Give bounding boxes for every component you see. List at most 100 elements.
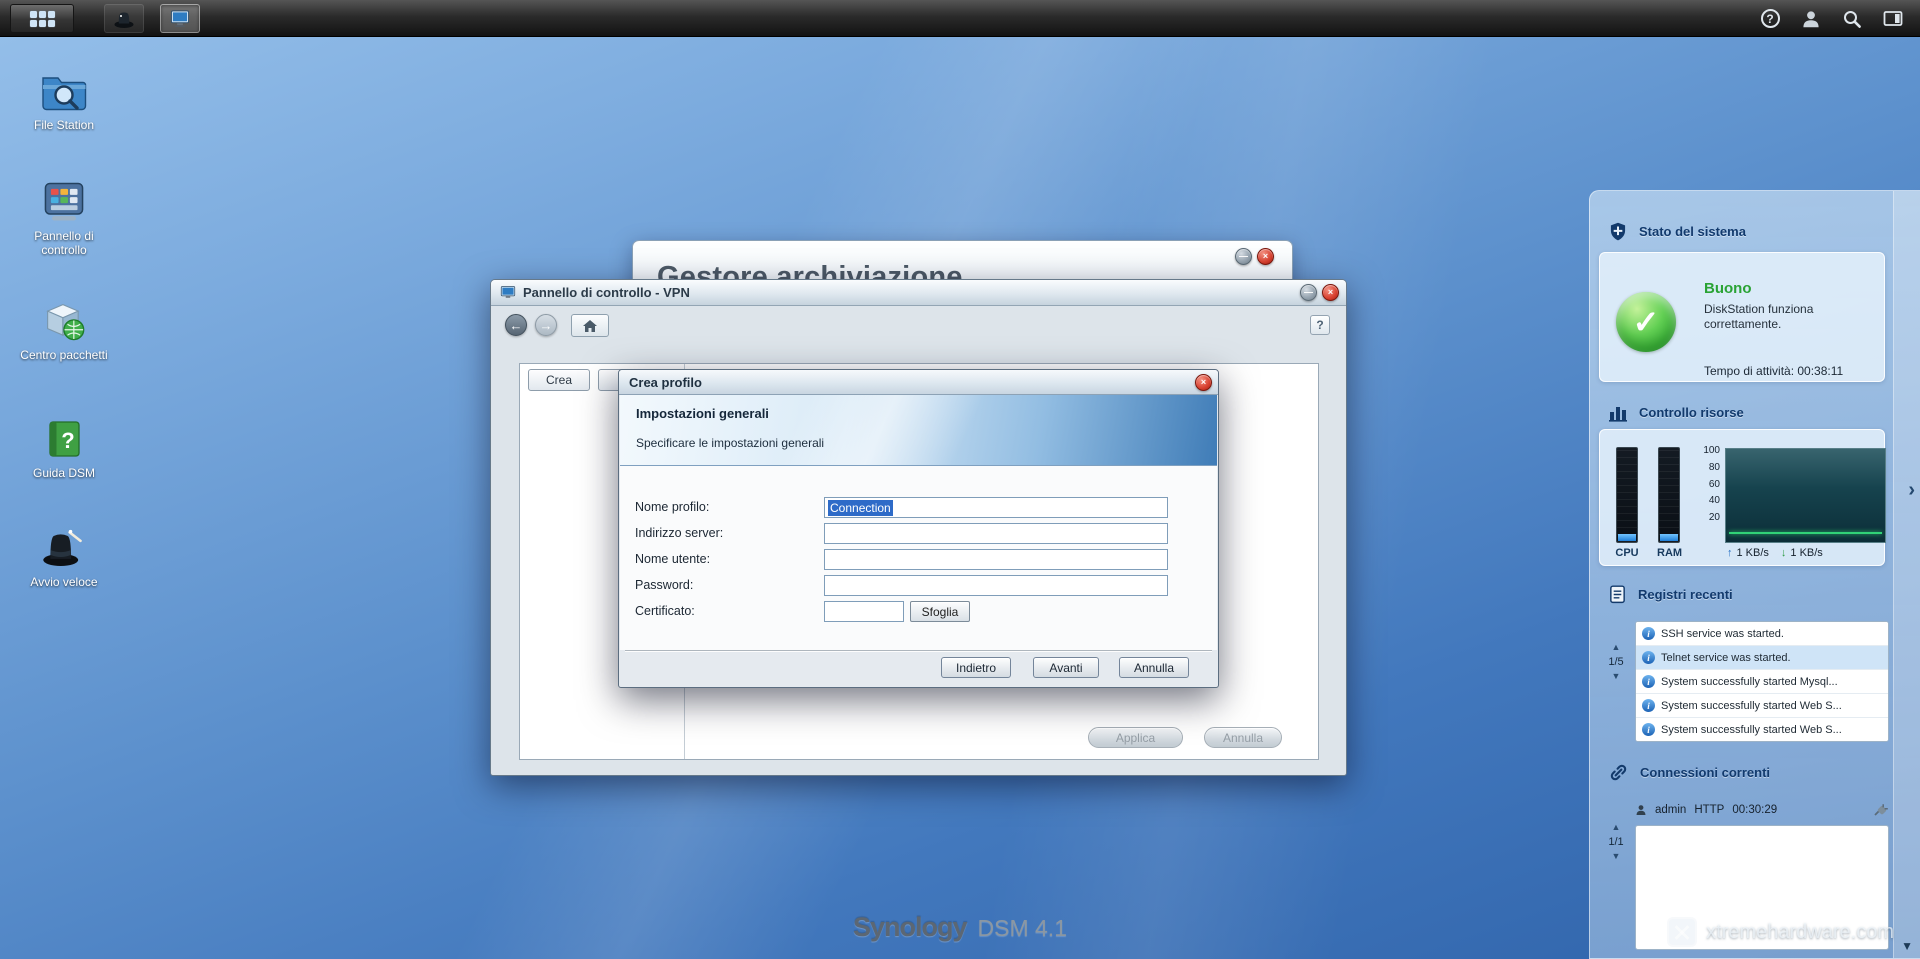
page-down-arrow[interactable]: ▼	[1612, 852, 1621, 861]
page-indicator: 1/5	[1608, 656, 1624, 668]
resource-next-arrow[interactable]: ›	[1908, 479, 1915, 502]
widget-title: Stato del sistema	[1639, 223, 1746, 239]
widgets-rail: › ▼	[1893, 191, 1920, 958]
page-up-arrow[interactable]: ▲	[1612, 643, 1621, 652]
search-button[interactable]	[1839, 6, 1865, 32]
desktop-icon-package-center[interactable]: Centro pacchetti	[14, 298, 114, 363]
resource-monitor-card: CPU RAM 100 80 60 40 20 ↑ 1 KB/s ↓ 1 KB/…	[1599, 429, 1886, 566]
certificate-label: Certificato:	[635, 604, 695, 618]
dsm-help-icon: ?	[38, 416, 90, 462]
log-row[interactable]: i SSH service was started.	[1636, 622, 1888, 646]
info-icon: i	[1642, 723, 1655, 736]
cpu-gauge-fill	[1618, 534, 1636, 541]
minimize-button[interactable]: —	[1235, 248, 1252, 265]
current-connections-header: Connessioni correnti	[1608, 762, 1770, 782]
ram-gauge-fill	[1660, 534, 1678, 541]
apps-grid-icon	[29, 10, 55, 27]
page-up-arrow[interactable]: ▲	[1612, 823, 1621, 832]
close-button[interactable]: ×	[1195, 374, 1212, 391]
info-icon: i	[1642, 651, 1655, 664]
download-arrow-icon: ↓	[1780, 547, 1787, 559]
dialog-title: Crea profilo	[629, 374, 702, 390]
scale-tick: 60	[1708, 479, 1720, 490]
bar-chart-icon	[1609, 407, 1627, 422]
connection-row[interactable]: admin HTTP 00:30:29	[1635, 799, 1889, 821]
minimize-button[interactable]: —	[1300, 284, 1317, 301]
password-input[interactable]	[824, 575, 1168, 596]
context-help-button[interactable]: ?	[1310, 315, 1330, 335]
pilot-view-icon	[1883, 10, 1903, 26]
widget-title: Registri recenti	[1638, 586, 1733, 602]
upload-arrow-icon: ↑	[1727, 547, 1733, 559]
home-button[interactable]	[571, 314, 609, 337]
widget-title: Connessioni correnti	[1640, 764, 1771, 780]
profile-name-input[interactable]: Connection	[824, 497, 1168, 518]
certificate-input[interactable]	[824, 601, 904, 622]
desktop-icon-control-panel[interactable]: Pannello di controllo	[14, 179, 114, 258]
monitor-icon	[170, 10, 190, 27]
create-button[interactable]: Crea	[528, 369, 590, 391]
help-circle-icon: ?	[1760, 9, 1780, 28]
connections-pager: ▲ 1/1 ▼	[1602, 823, 1630, 861]
apply-button[interactable]: Applica	[1088, 727, 1183, 748]
log-text: System successfully started Web S...	[1661, 723, 1842, 736]
main-menu-button[interactable]	[10, 4, 74, 33]
close-button[interactable]: ×	[1257, 248, 1274, 265]
cancel-button[interactable]: Annulla	[1119, 657, 1189, 678]
help-button[interactable]: ?	[1757, 6, 1783, 32]
forward-button[interactable]: →	[535, 314, 557, 336]
username-label: Nome utente:	[635, 552, 711, 566]
pane-scroll-down[interactable]: ▼	[1901, 939, 1913, 953]
back-button[interactable]: ←	[505, 314, 527, 336]
info-icon: i	[1642, 699, 1655, 712]
page-down-arrow[interactable]: ▼	[1612, 672, 1621, 681]
system-status-card: ✓ Buono DiskStation funziona correttamen…	[1599, 252, 1885, 382]
browse-button[interactable]: Sfoglia	[910, 601, 970, 622]
password-label: Password:	[635, 578, 694, 592]
cpu-gauge	[1616, 447, 1638, 543]
info-icon: i	[1642, 675, 1655, 688]
desktop-icon-label: Guida DSM	[32, 466, 96, 480]
log-row[interactable]: i System successfully started Mysql...	[1636, 670, 1888, 694]
uptime-label: Tempo di attività: 00:38:11	[1704, 364, 1844, 378]
desktop-icon-dsm-help[interactable]: ? Guida DSM	[14, 416, 114, 481]
dialog-separator	[625, 650, 1212, 651]
control-panel-icon	[38, 179, 90, 225]
user-mini-icon	[1636, 805, 1646, 815]
log-row[interactable]: i System successfully started Web S...	[1636, 718, 1888, 741]
log-row-selected[interactable]: i Telnet service was started.	[1636, 646, 1888, 670]
desktop-icon-quick-start[interactable]: Avvio veloce	[14, 525, 114, 590]
section-subtitle: Specificare le impostazioni generali	[636, 436, 825, 450]
log-row[interactable]: i System successfully started Web S...	[1636, 694, 1888, 718]
taskbar-item-control-panel[interactable]	[160, 4, 200, 33]
home-icon	[583, 319, 597, 332]
connection-user: admin	[1655, 804, 1687, 816]
taskbar-item-quick-launch[interactable]	[104, 4, 144, 33]
pilot-view-button[interactable]	[1880, 6, 1906, 32]
magnifier-icon	[1844, 10, 1861, 28]
next-button[interactable]: Avanti	[1033, 657, 1099, 678]
cancel-button[interactable]: Annulla	[1204, 727, 1282, 748]
brand-logo-text: Synology	[853, 912, 968, 942]
vpn-titlebar[interactable]: Pannello di controllo - VPN — ×	[491, 280, 1346, 306]
user-menu-button[interactable]	[1798, 6, 1824, 32]
file-station-icon	[38, 68, 90, 114]
vpn-window-title: Pannello di controllo - VPN	[523, 285, 690, 300]
disconnect-icon[interactable]	[1873, 803, 1889, 817]
package-center-icon	[38, 298, 90, 344]
server-address-label: Indirizzo server:	[635, 526, 724, 540]
back-button[interactable]: Indietro	[941, 657, 1011, 678]
info-icon: i	[1642, 627, 1655, 640]
resource-monitor-header: Controllo risorse	[1608, 402, 1744, 422]
recent-logs-list: i SSH service was started. i Telnet serv…	[1635, 621, 1889, 742]
username-input[interactable]	[824, 549, 1168, 570]
log-text: Telnet service was started.	[1661, 651, 1791, 664]
monitor-icon	[500, 286, 516, 298]
close-button[interactable]: ×	[1322, 284, 1339, 301]
desktop-icon-file-station[interactable]: File Station	[14, 68, 114, 133]
server-address-input[interactable]	[824, 523, 1168, 544]
dsm-branding: Synology DSM 4.1	[853, 912, 1067, 943]
ram-gauge	[1658, 447, 1680, 543]
dialog-titlebar[interactable]: Crea profilo ×	[619, 370, 1218, 395]
logs-pager: ▲ 1/5 ▼	[1602, 643, 1630, 681]
